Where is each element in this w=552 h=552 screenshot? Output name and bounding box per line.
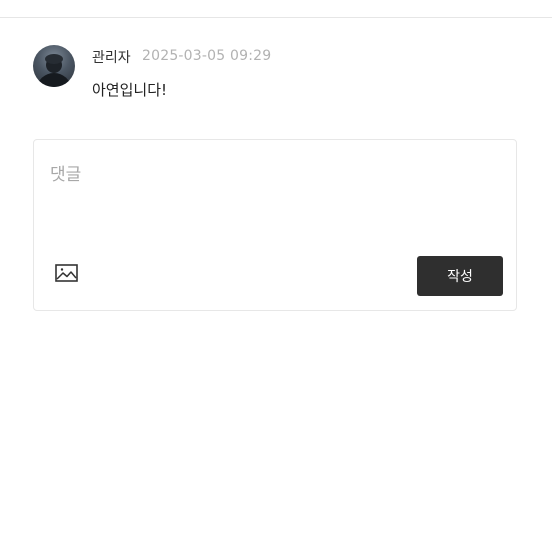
comment-body: 아연입니다!: [92, 81, 168, 99]
attach-image-button[interactable]: [54, 262, 80, 284]
submit-button[interactable]: 작성: [417, 256, 503, 296]
comment-author: 관리자: [92, 50, 131, 66]
reply-form: 작성: [33, 139, 517, 311]
avatar[interactable]: [33, 45, 75, 87]
comment-item: 관리자 2025-03-05 09:29 아연입니다!: [33, 45, 523, 115]
comment-timestamp: 2025-03-05 09:29: [142, 48, 272, 64]
comment-input[interactable]: [50, 160, 490, 250]
user-avatar-photo-icon: [37, 54, 71, 87]
comment-page: 관리자 2025-03-05 09:29 아연입니다! 작성: [0, 0, 552, 552]
image-icon: [55, 264, 78, 282]
top-divider: [0, 17, 552, 18]
